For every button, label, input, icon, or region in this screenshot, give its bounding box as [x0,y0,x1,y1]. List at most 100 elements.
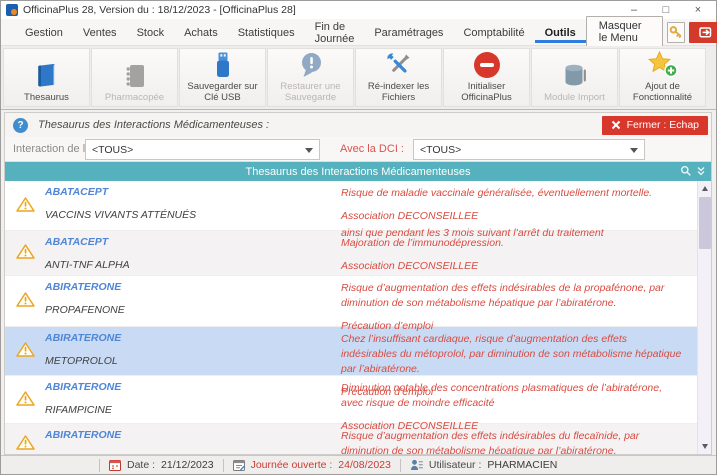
menu-tab-outils[interactable]: Outils [535,22,586,43]
statusbar-date-group: Date : 21/12/2023 [99,459,223,472]
calendar-icon [109,459,121,471]
thesaurus-panel: ? Thesaurus des Interactions Médicamente… [4,112,712,455]
filter2-label: Avec la DCI : [340,143,404,155]
dci-name: ABIRATERONE [45,381,331,393]
warning-icon [16,244,35,263]
table-row[interactable]: ABIRATERONE RIFAMPICINE Diminution notab… [5,376,697,424]
pharmacopee-button: Pharmacopée [91,48,178,107]
book-icon [32,60,62,92]
toolbar-button-label: Module Import [534,92,616,103]
table-row-selected[interactable]: ABIRATERONE METOPROLOL Chez l’insuffisan… [5,327,697,376]
scroll-up-button[interactable] [698,181,711,196]
key-button[interactable] [667,22,685,43]
dci-name: ABATACEPT [45,236,331,248]
scrollbar-thumb[interactable] [699,197,711,249]
with-dci-name: RIFAMPICINE [45,404,331,416]
help-icon[interactable]: ? [13,118,28,133]
statusbar-user-group: Utilisateur : PHARMACIEN [400,459,567,472]
initialiser-button[interactable]: Initialiser OfficinaPlus [443,48,530,107]
with-dci-name: METOPROLOL [45,355,331,367]
table-row[interactable]: ABIRATERONE FLECAINIDE Risque d’augmenta… [5,424,697,454]
warning-icon [16,292,35,311]
tools-icon [384,49,414,81]
search-icon[interactable] [680,165,692,177]
menu-bar: Gestion Ventes Stock Achats Statistiques… [1,19,716,46]
utilisateur-value: PHARMACIEN [487,459,557,471]
quitter-button[interactable]: Quitter [689,22,717,43]
chevron-down-icon [630,148,638,153]
key-icon [668,25,684,40]
ajout-fonctionnalite-button[interactable]: Ajout de Fonctionnalité [619,48,706,107]
dci-name: ABIRATERONE [45,281,331,293]
fermer-button[interactable]: Fermer : Echap [602,116,708,135]
grid-header: Thesaurus des Interactions Médicamenteus… [5,162,711,181]
toolbar-button-label: Ajout de Fonctionnalité [622,81,704,103]
interactions-table: ABATACEPT VACCINS VIVANTS ATTÉNUÉS Risqu… [5,181,711,454]
with-dci-name: VACCINS VIVANTS ATTÉNUÉS [45,209,331,221]
dci-name: ABIRATERONE [45,332,331,344]
menu-tab-achats[interactable]: Achats [174,22,228,43]
avec-dci-value: <TOUS> [420,144,461,156]
severity-text: Association DECONSEILLEE [341,259,683,274]
menu-tab-statistiques[interactable]: Statistiques [228,22,305,43]
minus-circle-icon [474,49,500,81]
toolbar-button-label: Restaurer une Sauvegarde [270,81,352,103]
calendar-edit-icon [233,459,245,471]
menu-tab-ventes[interactable]: Ventes [73,22,127,43]
thesaurus-button[interactable]: Thesaurus [3,48,90,107]
avec-dci-select[interactable]: <TOUS> [413,139,645,160]
menu-tab-comptabilite[interactable]: Comptabilité [453,22,534,43]
masquer-menu-button[interactable]: Masquer le Menu [586,16,663,48]
notebook-icon [120,60,150,92]
app-logo-icon [6,4,18,16]
menu-tab-fin-de-journee[interactable]: Fin de Journée [305,16,365,49]
window-title: OfficinaPlus 28, Version du : 18/12/2023… [23,4,296,16]
scroll-down-button[interactable] [698,439,711,454]
scroll-up-icon [702,186,708,191]
table-row[interactable]: ABATACEPT VACCINS VIVANTS ATTÉNUÉS Risqu… [5,181,697,231]
fermer-label: Fermer : Echap [627,119,699,131]
close-x-icon [611,120,621,130]
toolbar-button-label: Pharmacopée [94,92,176,103]
sauvegarder-usb-button[interactable]: Sauvegarder sur Clé USB [179,48,266,107]
panel-title: Thesaurus des Interactions Médicamenteus… [38,119,269,131]
toolbar-button-label: Sauvegarder sur Clé USB [182,81,264,103]
table-row[interactable]: ABATACEPT ANTI-TNF ALPHA Majoration de l… [5,231,697,276]
usb-icon [208,49,238,81]
restaurer-sauvegarde-button: Restaurer une Sauvegarde [267,48,354,107]
grid-title: Thesaurus des Interactions Médicamenteus… [245,166,470,178]
journee-ouverte-label: Journée ouverte : [251,459,333,471]
risk-text: Risque d’augmentation des effets indésir… [341,281,683,311]
warning-icon [16,196,35,215]
toolbar-button-label: Thesaurus [6,92,88,103]
scroll-down-icon [702,444,708,449]
risk-text: Majoration de l’immunodépression. [341,236,683,251]
risk-text: Risque de maladie vaccinale généralisée,… [341,186,683,201]
exit-icon [699,27,712,38]
risk-text: Diminution notable des concentrations pl… [341,381,683,411]
date-label: Date : [127,459,155,471]
module-import-button: Module Import [531,48,618,107]
with-dci-name: FLECAINIDE [45,452,331,454]
collapse-chevrons-icon[interactable] [696,165,706,177]
table-row[interactable]: ABIRATERONE PROPAFENONE Risque d’augment… [5,276,697,327]
severity-text: Association DECONSEILLEE [341,209,683,224]
database-icon [560,60,590,92]
dci-name: ABIRATERONE [45,429,331,441]
with-dci-name: ANTI-TNF ALPHA [45,259,331,271]
menu-tab-gestion[interactable]: Gestion [15,22,73,43]
interaction-dci-value: <TOUS> [92,144,133,156]
vertical-scrollbar[interactable] [697,181,711,454]
toolbar-button-label: Ré-indexer les Fichiers [358,81,440,103]
reindexer-button[interactable]: Ré-indexer les Fichiers [355,48,442,107]
menu-tab-stock[interactable]: Stock [127,22,175,43]
journee-ouverte-value: 24/08/2023 [338,459,391,471]
filter-row: Interaction de la DCI : <TOUS> Avec la D… [5,137,711,162]
toolbar-button-label: Initialiser OfficinaPlus [446,81,528,103]
risk-text: Risque d’augmentation des effets indésir… [341,429,683,454]
utilisateur-label: Utilisateur : [429,459,482,471]
menu-tab-parametrages[interactable]: Paramétrages [364,22,453,43]
warning-icon [16,342,35,361]
interaction-dci-select[interactable]: <TOUS> [85,139,320,160]
risk-text: Chez l’insuffisant cardiaque, risque d’a… [341,332,683,377]
